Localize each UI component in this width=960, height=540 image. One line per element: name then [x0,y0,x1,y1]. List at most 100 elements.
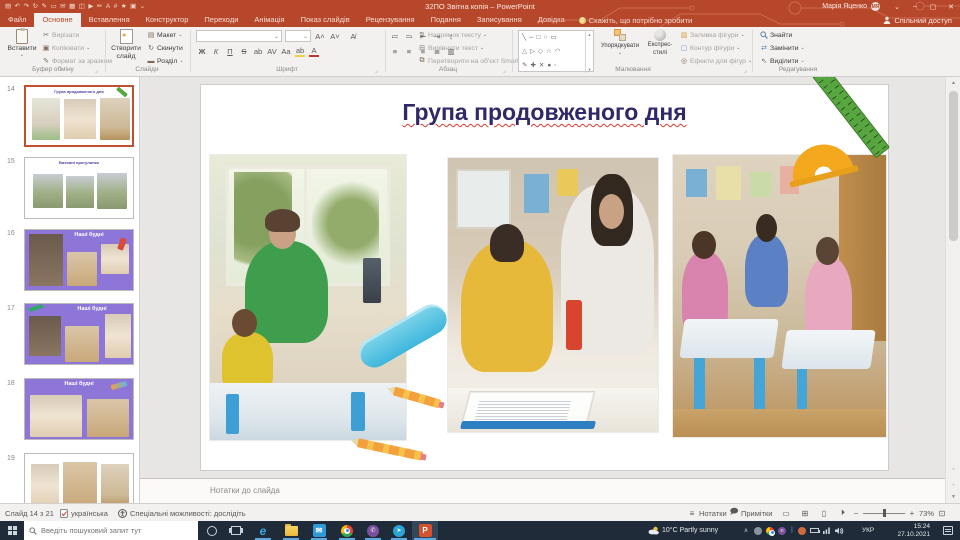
ribbon-display-options-button[interactable]: ⌄ [888,0,906,13]
editor-scrollbar[interactable]: ▲ ⌃ ⌄ ▼ [945,77,960,503]
tab-design[interactable]: Конструктор [138,13,197,27]
convert-smartart-button[interactable]: ⧉Перетворити на об'єкт SmartArt⌄ [418,55,534,67]
minimize-button[interactable]: – [906,0,924,13]
grid-icon[interactable]: # [114,0,118,13]
onedrive-icon[interactable] [754,527,762,535]
start-button[interactable] [0,521,24,540]
fit-to-window-button[interactable]: ⊡ [937,504,947,522]
battery-icon[interactable] [810,528,819,533]
align-center-button[interactable]: ≡ [404,47,414,56]
touch-mode-icon[interactable]: ▣ [130,0,136,13]
slide-thumbnail-18[interactable]: Наші будні [24,378,134,440]
slide-thumbnail-19[interactable] [24,453,134,503]
share-button[interactable]: Спільний доступ [883,13,952,27]
slideshow-view-button[interactable]: ⏵ [835,504,851,522]
font-name-select[interactable]: ⌄ [196,30,282,42]
find-button[interactable]: Знайти [760,29,792,41]
align-text-button[interactable]: ⊟Вирівняти текст⌄ [418,42,484,54]
taskbar-mail[interactable]: ✉ [306,521,332,540]
shape-arrow-icon[interactable]: ▷ [530,46,535,58]
shape-scribble-icon[interactable]: ✎ [522,60,527,72]
tab-transitions[interactable]: Переходи [196,13,246,27]
zoom-slider[interactable] [863,513,905,514]
zoom-percentage[interactable]: 73% [919,509,934,518]
replace-button[interactable]: ⇄Замінити⌄ [760,42,805,54]
increase-font-button[interactable]: A˄ [315,30,325,42]
slide-thumbnail-17[interactable]: Наші будні [24,303,134,365]
photo-classroom-teacher[interactable] [210,155,406,440]
print-preview-icon[interactable]: ◫ [79,0,85,13]
zoom-out-button[interactable]: − [852,504,860,522]
taskbar-viber[interactable]: ✆ [360,521,386,540]
align-left-button[interactable]: ≡ [390,47,400,56]
shape-ellipse-icon[interactable]: ○ [543,32,547,44]
spellcheck-button[interactable]: українська [60,504,108,522]
shape-line-icon[interactable]: ╲ [522,32,526,44]
drawing-dialog-launcher[interactable]: ⌟ [744,67,747,74]
taskbar-powerpoint[interactable]: P [412,521,438,540]
draw-icon[interactable]: ✏ [97,0,102,13]
paragraph-dialog-launcher[interactable]: ⌟ [503,67,506,74]
cortana-button[interactable] [202,521,222,540]
shape-arc-icon[interactable]: ◠ [555,46,561,58]
slide-thumbnail-15[interactable]: Виховні прогулянки [24,157,134,219]
account-area[interactable]: Марія Яценко МЯ [822,0,880,13]
edit-icon[interactable]: ✎ [42,0,47,13]
pencil-clipart[interactable] [357,438,423,461]
taskbar-search-input[interactable]: Введіть пошуковий запит тут [24,521,198,540]
shape-outline-button[interactable]: ▢Контур фігури⌄ [680,42,740,54]
notes-placeholder[interactable]: Нотатки до слайда [210,486,280,495]
qat-customize-icon[interactable]: ⌄ [140,0,145,13]
scrollbar-thumb[interactable] [949,91,958,241]
font-size-select[interactable]: ⌄ [285,30,311,42]
shape-x-icon[interactable]: ✕ [539,60,544,72]
shape-effects-button[interactable]: ◎Ефекти для фігур⌄ [680,55,752,67]
reset-button[interactable]: ↻Скинути [147,42,183,54]
bold-button[interactable]: Ж [197,47,207,56]
clipboard-dialog-launcher[interactable]: ⌟ [95,67,98,74]
zoom-in-button[interactable]: + [908,504,916,522]
slide-thumbnail-16[interactable]: Наші будні [24,229,134,291]
print-icon[interactable]: ▦ [69,0,75,13]
clock[interactable]: 15:24 27.10.2021 [886,521,930,540]
font-tool-icon[interactable]: A [106,0,110,13]
underline-button[interactable]: П [225,47,235,56]
network-icon[interactable] [823,527,831,534]
text-shadow-button[interactable]: ab [253,47,263,56]
tell-me-box[interactable]: Скажіть, що потрібно зробити [579,13,693,27]
taskbar-weather[interactable]: 10°C Partly sunny [648,521,718,540]
shapes-gallery[interactable]: ╲ ─ □ ○ ▭ △ ▷ ◇ ☆ ◠ ✎ ✚ ✕ ● ◦ ▲▼ [518,30,594,72]
copy-button[interactable]: ▣Копіювати⌄ [42,42,90,54]
scroll-up-icon[interactable]: ▲ [946,77,960,89]
shape-rect-icon[interactable]: □ [537,32,541,44]
italic-button[interactable]: К [211,47,221,56]
shape-diamond-icon[interactable]: ◇ [538,46,543,58]
tab-insert[interactable]: Вставлення [81,13,138,27]
scroll-down-icon[interactable]: ▼ [946,491,960,503]
restore-button[interactable]: ▢ [924,0,942,13]
repeat-icon[interactable]: ↻ [33,0,38,13]
chrome-tray-icon[interactable] [766,527,774,535]
volume-icon[interactable] [835,527,844,535]
tab-animations[interactable]: Анімація [246,13,292,27]
layout-button[interactable]: ▤Макет⌄ [147,29,182,41]
slideshow-from-start-icon[interactable]: ▶ [88,0,93,13]
save-icon[interactable]: ▤ [5,0,11,13]
font-dialog-launcher[interactable]: ⌟ [375,67,378,74]
show-hidden-icons-button[interactable]: ∧ [740,521,752,540]
cut-button[interactable]: ✂Вирізати [42,29,79,41]
change-case-button[interactable]: Aa [281,47,291,56]
input-language-button[interactable]: УКР [862,521,874,540]
notes-pane[interactable]: Нотатки до слайда [140,478,945,503]
photo-classroom-group[interactable] [673,155,886,437]
close-button[interactable]: ✕ [942,0,960,13]
shape-triangle-icon[interactable]: △ [522,46,527,58]
task-view-button[interactable] [226,521,246,540]
taskbar-telegram[interactable]: ➤ [386,521,412,540]
decrease-font-button[interactable]: A˅ [330,30,340,42]
slide-thumbnail-14[interactable]: Група продовженого дня [24,85,134,147]
normal-view-button[interactable]: ▭ [778,504,794,522]
comments-toggle-button[interactable]: 🗩Примітки [730,504,772,522]
tab-home[interactable]: Основне [34,13,80,27]
zoom-slider-thumb[interactable] [883,509,886,517]
